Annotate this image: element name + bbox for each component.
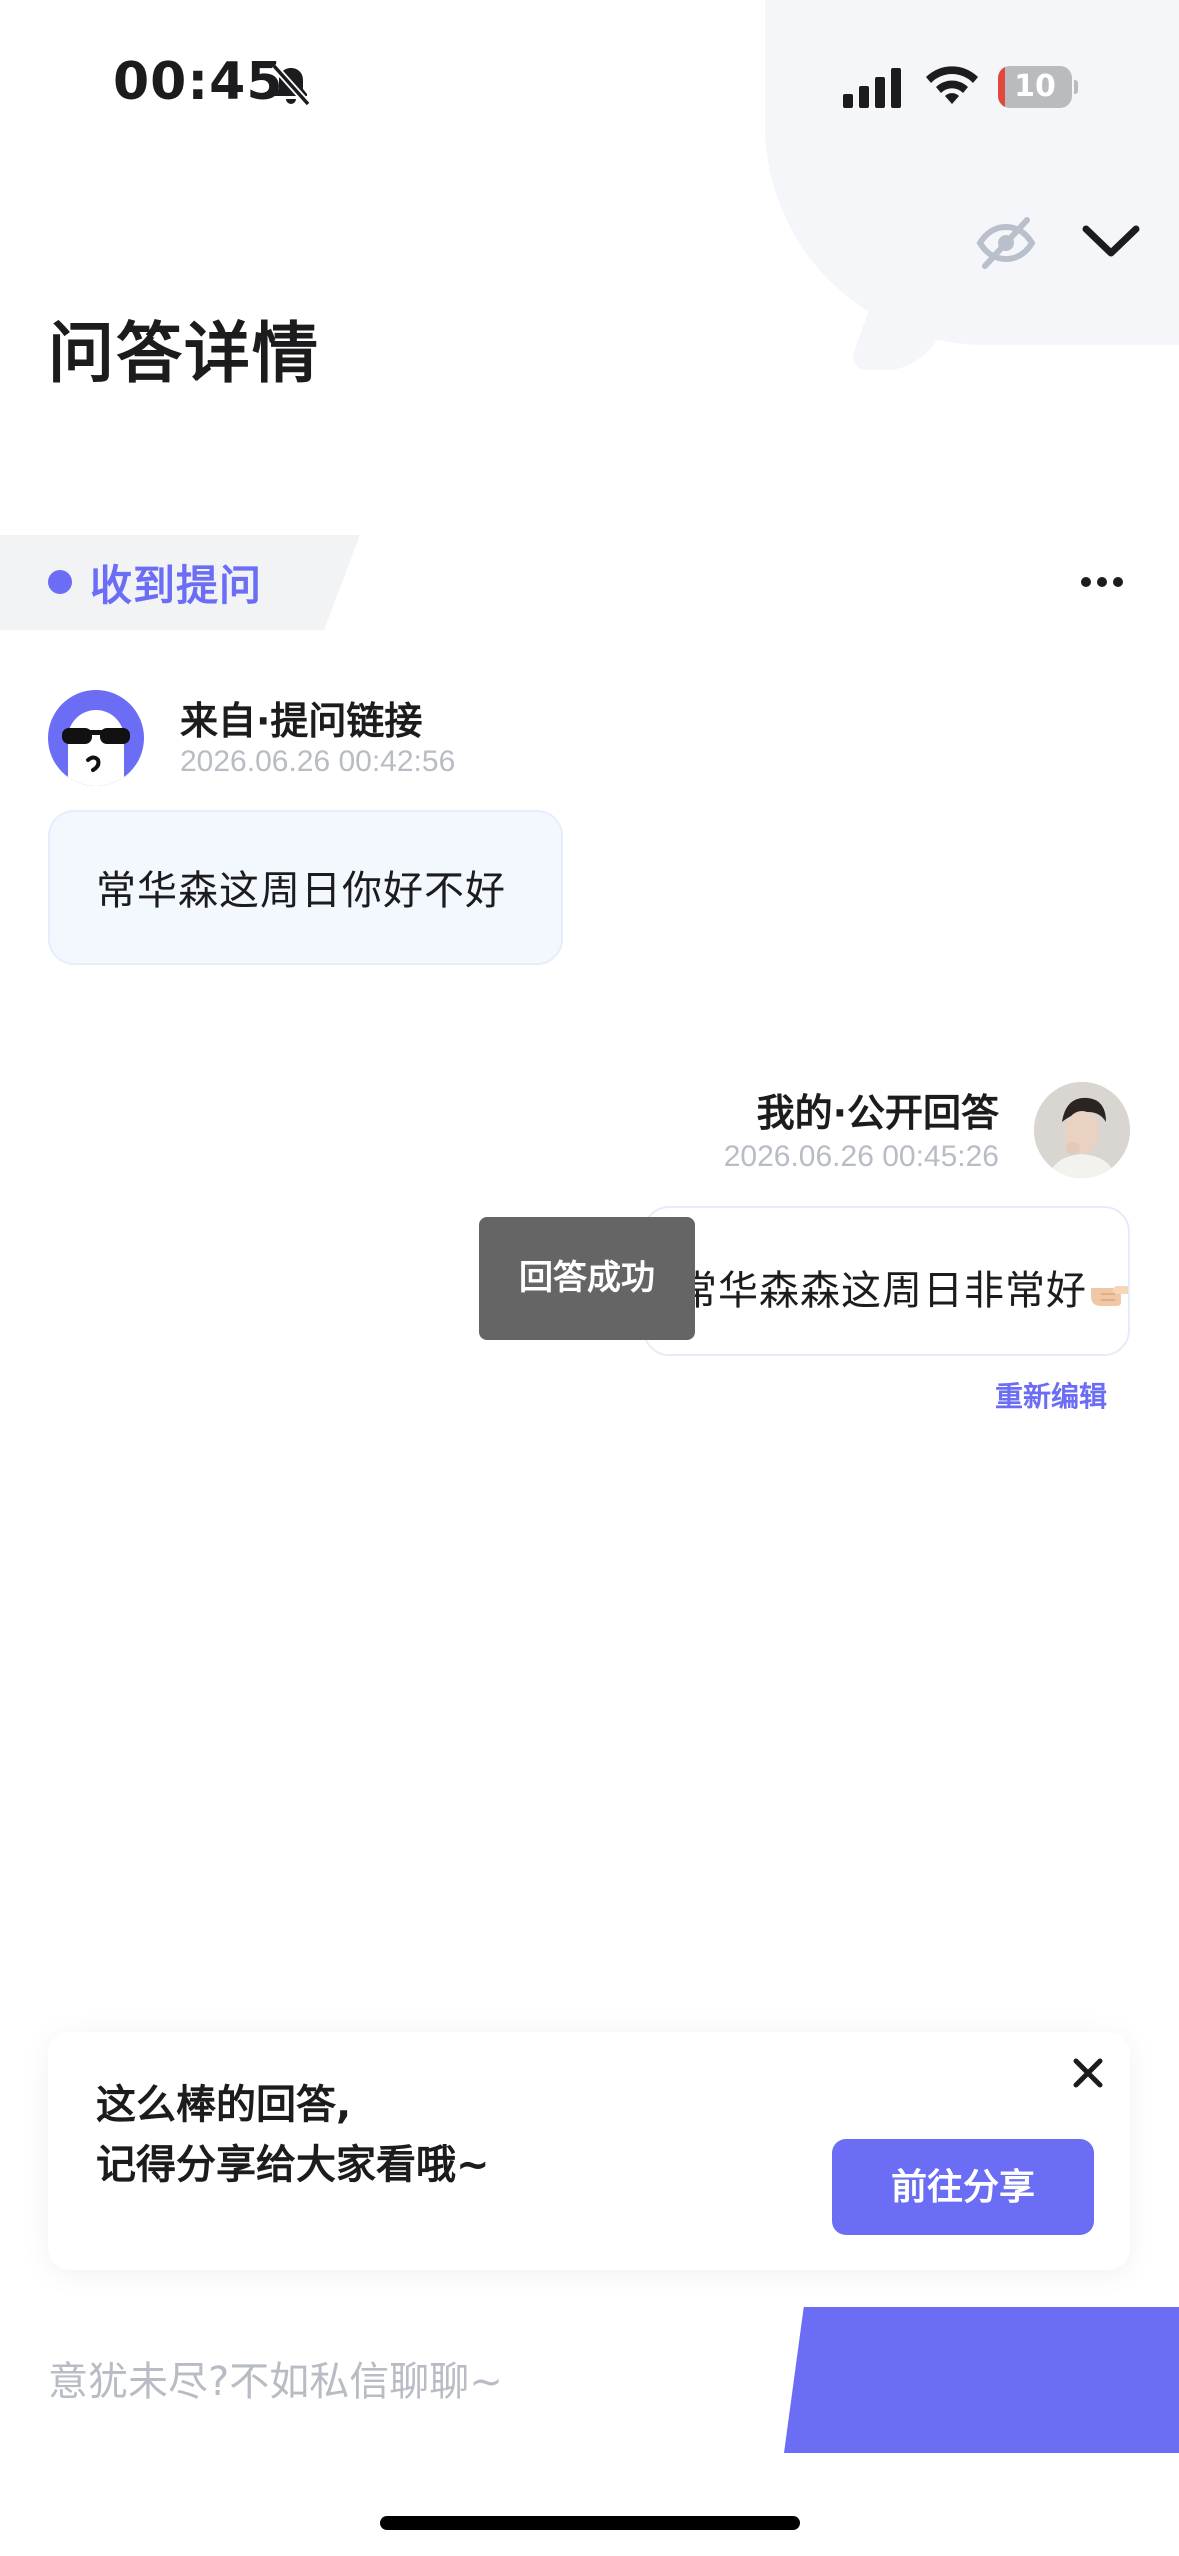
question-timestamp: 2026.06.26 00:42:56 <box>180 745 456 778</box>
pointing-hand-icon <box>1091 1286 1128 1306</box>
answer-text-line: 常华森森这周日非常好 <box>677 1258 1128 1316</box>
chevron-down-icon[interactable] <box>1080 215 1142 265</box>
section-tag-label: 收到提问 <box>90 561 263 610</box>
close-icon[interactable] <box>1070 2055 1106 2091</box>
header-decoration-tail <box>847 300 953 370</box>
wifi-icon <box>926 66 978 104</box>
reedit-link[interactable]: 重新编辑 <box>995 1375 1107 1415</box>
answer-source: 我的·公开回答 <box>756 1091 999 1135</box>
share-prompt-line2: 记得分享给大家看哦~ <box>96 2142 490 2188</box>
bell-slash-icon <box>271 63 311 107</box>
question-source: 来自·提问链接 <box>180 699 423 743</box>
send-message-button[interactable] <box>784 2307 1179 2453</box>
share-prompt-line1: 这么棒的回答, <box>96 2082 352 2128</box>
answer-text: 常华森森这周日非常好 <box>677 1268 1087 1314</box>
more-dots-icon[interactable] <box>1078 562 1126 602</box>
answer-timestamp: 2026.06.26 00:45:26 <box>723 1140 999 1173</box>
answer-bubble: 常华森森这周日非常好 <box>643 1206 1130 1356</box>
cellular-signal-icon <box>843 68 901 108</box>
battery-indicator: 10 <box>998 66 1078 108</box>
private-message-input[interactable] <box>48 2352 768 2412</box>
status-time: 00:45 <box>113 52 284 112</box>
eye-off-icon[interactable] <box>975 212 1037 274</box>
success-toast: 回答成功 <box>479 1217 695 1340</box>
anonymous-ghost-icon <box>62 710 130 786</box>
page-title: 问答详情 <box>48 315 320 392</box>
asker-avatar <box>48 690 144 786</box>
battery-percent: 10 <box>1014 69 1056 104</box>
question-text: 常华森这周日你好不好 <box>96 868 506 914</box>
profile-photo <box>1034 1082 1130 1178</box>
header-decoration <box>765 0 1179 345</box>
go-share-button[interactable]: 前往分享 <box>832 2139 1094 2235</box>
home-indicator[interactable] <box>380 2516 800 2530</box>
section-tag-dot <box>48 570 72 594</box>
my-avatar[interactable] <box>1034 1082 1130 1178</box>
